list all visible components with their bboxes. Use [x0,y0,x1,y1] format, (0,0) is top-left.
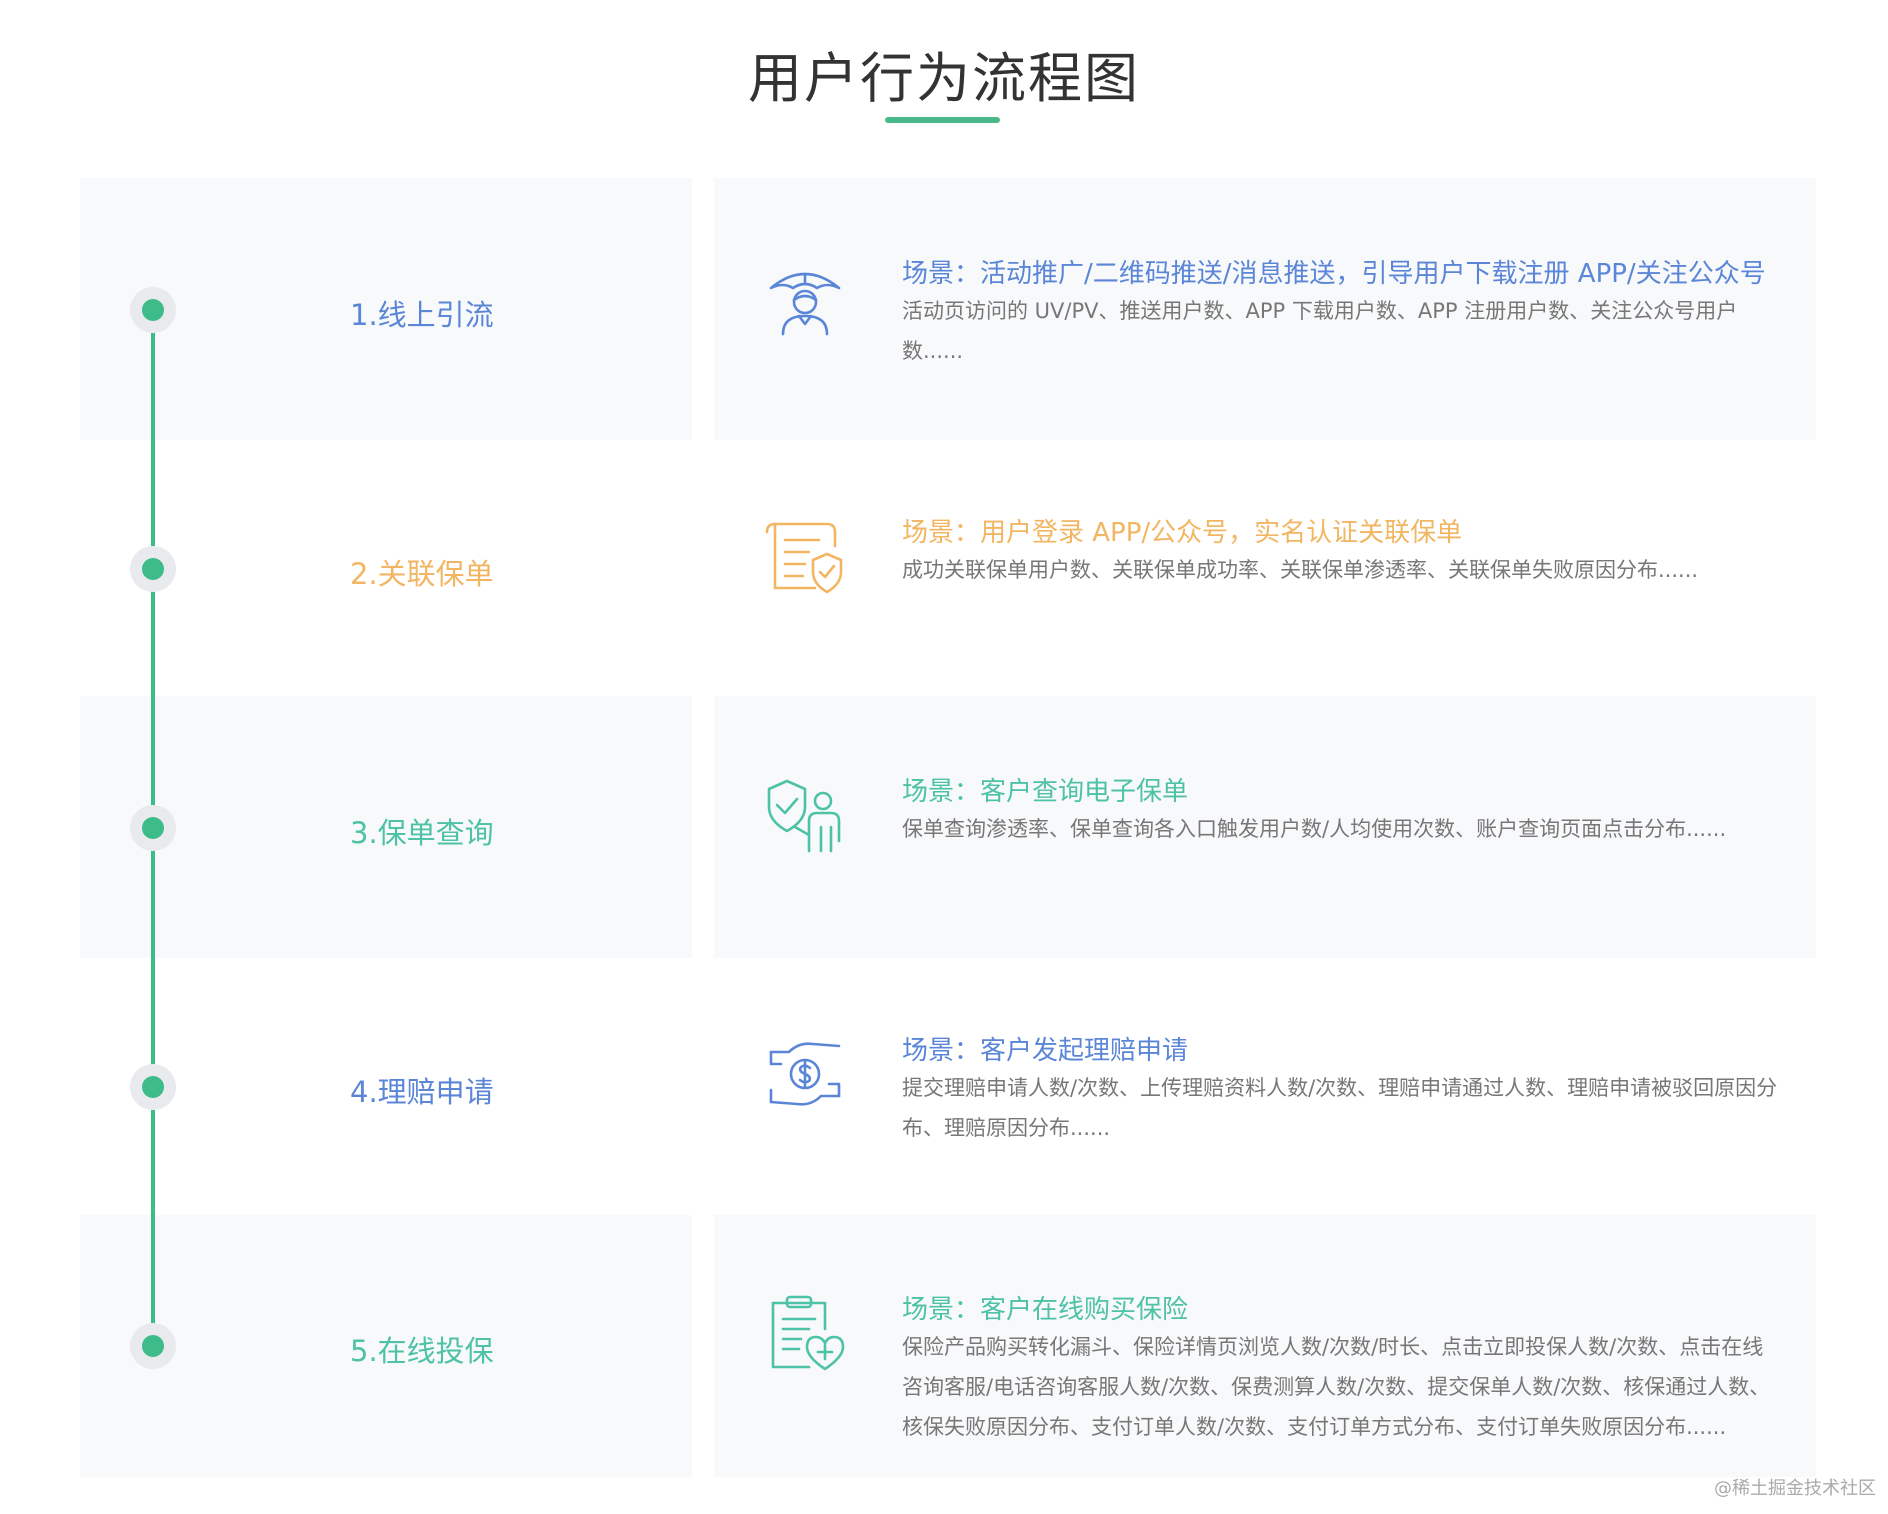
timeline-node-1 [130,287,176,333]
metrics-text-4: 提交理赔申请人数/次数、上传理赔资料人数/次数、理赔申请通过人数、理赔申请被驳回… [902,1076,1778,1140]
shield-person-icon [765,775,845,855]
metrics-text-5: 保险产品购买转化漏斗、保险详情页浏览人数/次数/时长、点击立即投保人数/次数、点… [902,1335,1771,1439]
metrics-text-1: 活动页访问的 UV/PV、推送用户数、APP 下载用户数、APP 注册用户数、关… [902,299,1738,363]
step-label-2: 2.关联保单 [350,557,494,591]
watermark: @稀土掘金技术社区 [1714,1478,1876,1499]
umbrella-person-icon [765,258,845,338]
policy-shield-icon [765,516,845,596]
step-label-5: 5.在线投保 [350,1334,494,1368]
metrics-text-3: 保单查询渗透率、保单查询各入口触发用户数/人均使用次数、账户查询页面点击分布..… [902,817,1727,841]
step-label-4: 4.理赔申请 [350,1075,494,1109]
scene-text-3: 场景：客户查询电子保单 [902,777,1189,807]
timeline-dot [142,817,164,839]
title-underline [885,117,1000,123]
timeline-dot [142,558,164,580]
metrics-text-2: 成功关联保单用户数、关联保单成功率、关联保单渗透率、关联保单失败原因分布....… [902,558,1699,582]
timeline-dot [142,1076,164,1098]
step-label-1: 1.线上引流 [350,298,494,332]
timeline-node-3 [130,805,176,851]
timeline-node-5 [130,1323,176,1369]
health-document-icon [765,1293,845,1373]
timeline-node-2 [130,546,176,592]
timeline-dot [142,299,164,321]
scene-text-2: 场景：用户登录 APP/公众号，实名认证关联保单 [902,518,1463,548]
scene-text-1: 场景：活动推广/二维码推送/消息推送，引导用户下载注册 APP/关注公众号 [902,259,1766,289]
timeline-dot [142,1335,164,1357]
page-title: 用户行为流程图 [748,47,1140,110]
hands-dollar-icon [765,1034,845,1114]
scene-text-4: 场景：客户发起理赔申请 [902,1036,1189,1066]
timeline-node-4 [130,1064,176,1110]
step-label-3: 3.保单查询 [350,816,494,850]
scene-text-5: 场景：客户在线购买保险 [902,1295,1189,1325]
